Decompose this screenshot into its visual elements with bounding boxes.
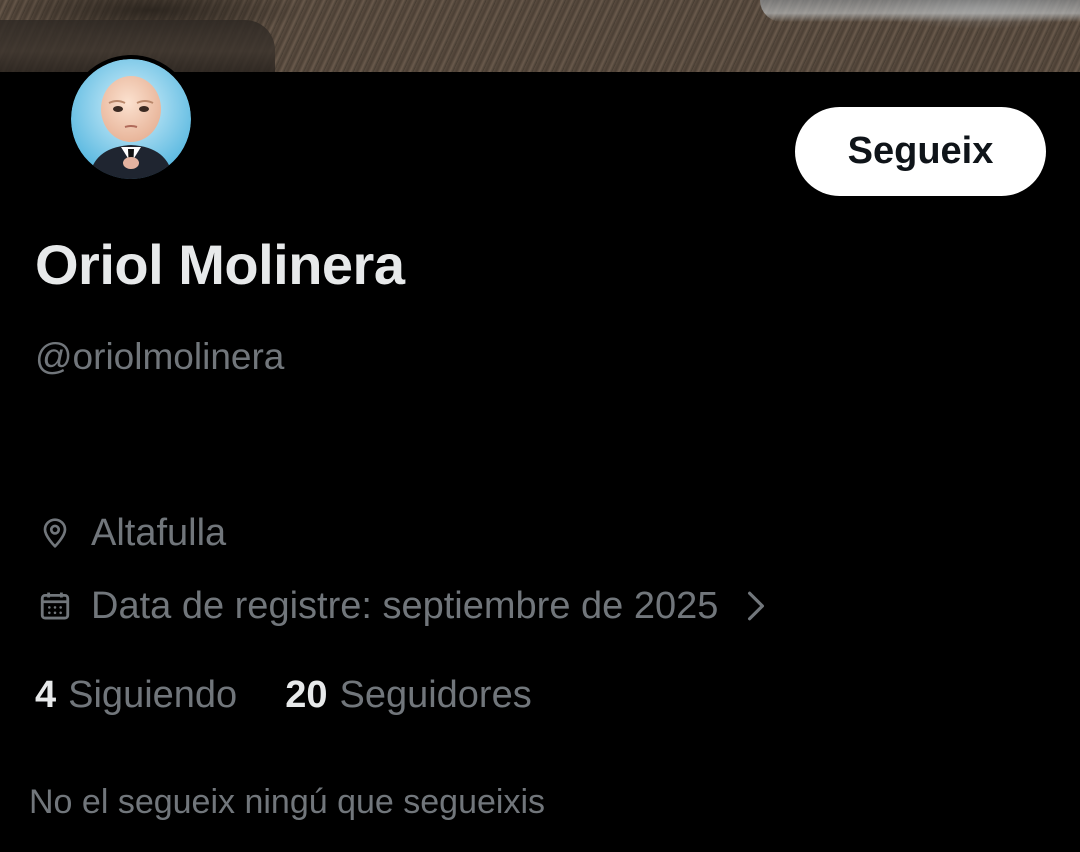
user-handle: @oriolmolinera	[35, 336, 285, 377]
following-label: Siguiendo	[68, 673, 238, 716]
joined-date-text: Data de registre: septiembre de 2025	[91, 584, 719, 627]
follow-button[interactable]: Segueix	[795, 107, 1046, 196]
followers-label: Seguidores	[339, 673, 532, 716]
avatar[interactable]	[67, 55, 195, 183]
joined-date-row[interactable]: Data de registre: septiembre de 2025	[35, 584, 770, 628]
location-text: Altafulla	[91, 511, 227, 554]
map-pin-icon	[35, 513, 75, 553]
followers-count: 20	[285, 673, 328, 716]
display-name: Oriol Molinera	[35, 233, 405, 296]
location-row: Altafulla	[35, 511, 226, 555]
following-count: 4	[35, 673, 57, 716]
chevron-right-icon[interactable]	[742, 586, 770, 626]
banner-water-shape	[760, 0, 1080, 22]
following-link[interactable]: 4 Siguiendo	[35, 674, 237, 717]
calendar-icon	[35, 586, 75, 626]
followers-you-know-text: No el segueix ningú que segueixis	[29, 783, 546, 821]
follow-stats: 4 Siguiendo 20 Seguidores	[35, 672, 532, 718]
followers-link[interactable]: 20 Seguidores	[285, 674, 532, 717]
profile-banner[interactable]	[0, 0, 1080, 72]
avatar-image	[71, 59, 191, 179]
